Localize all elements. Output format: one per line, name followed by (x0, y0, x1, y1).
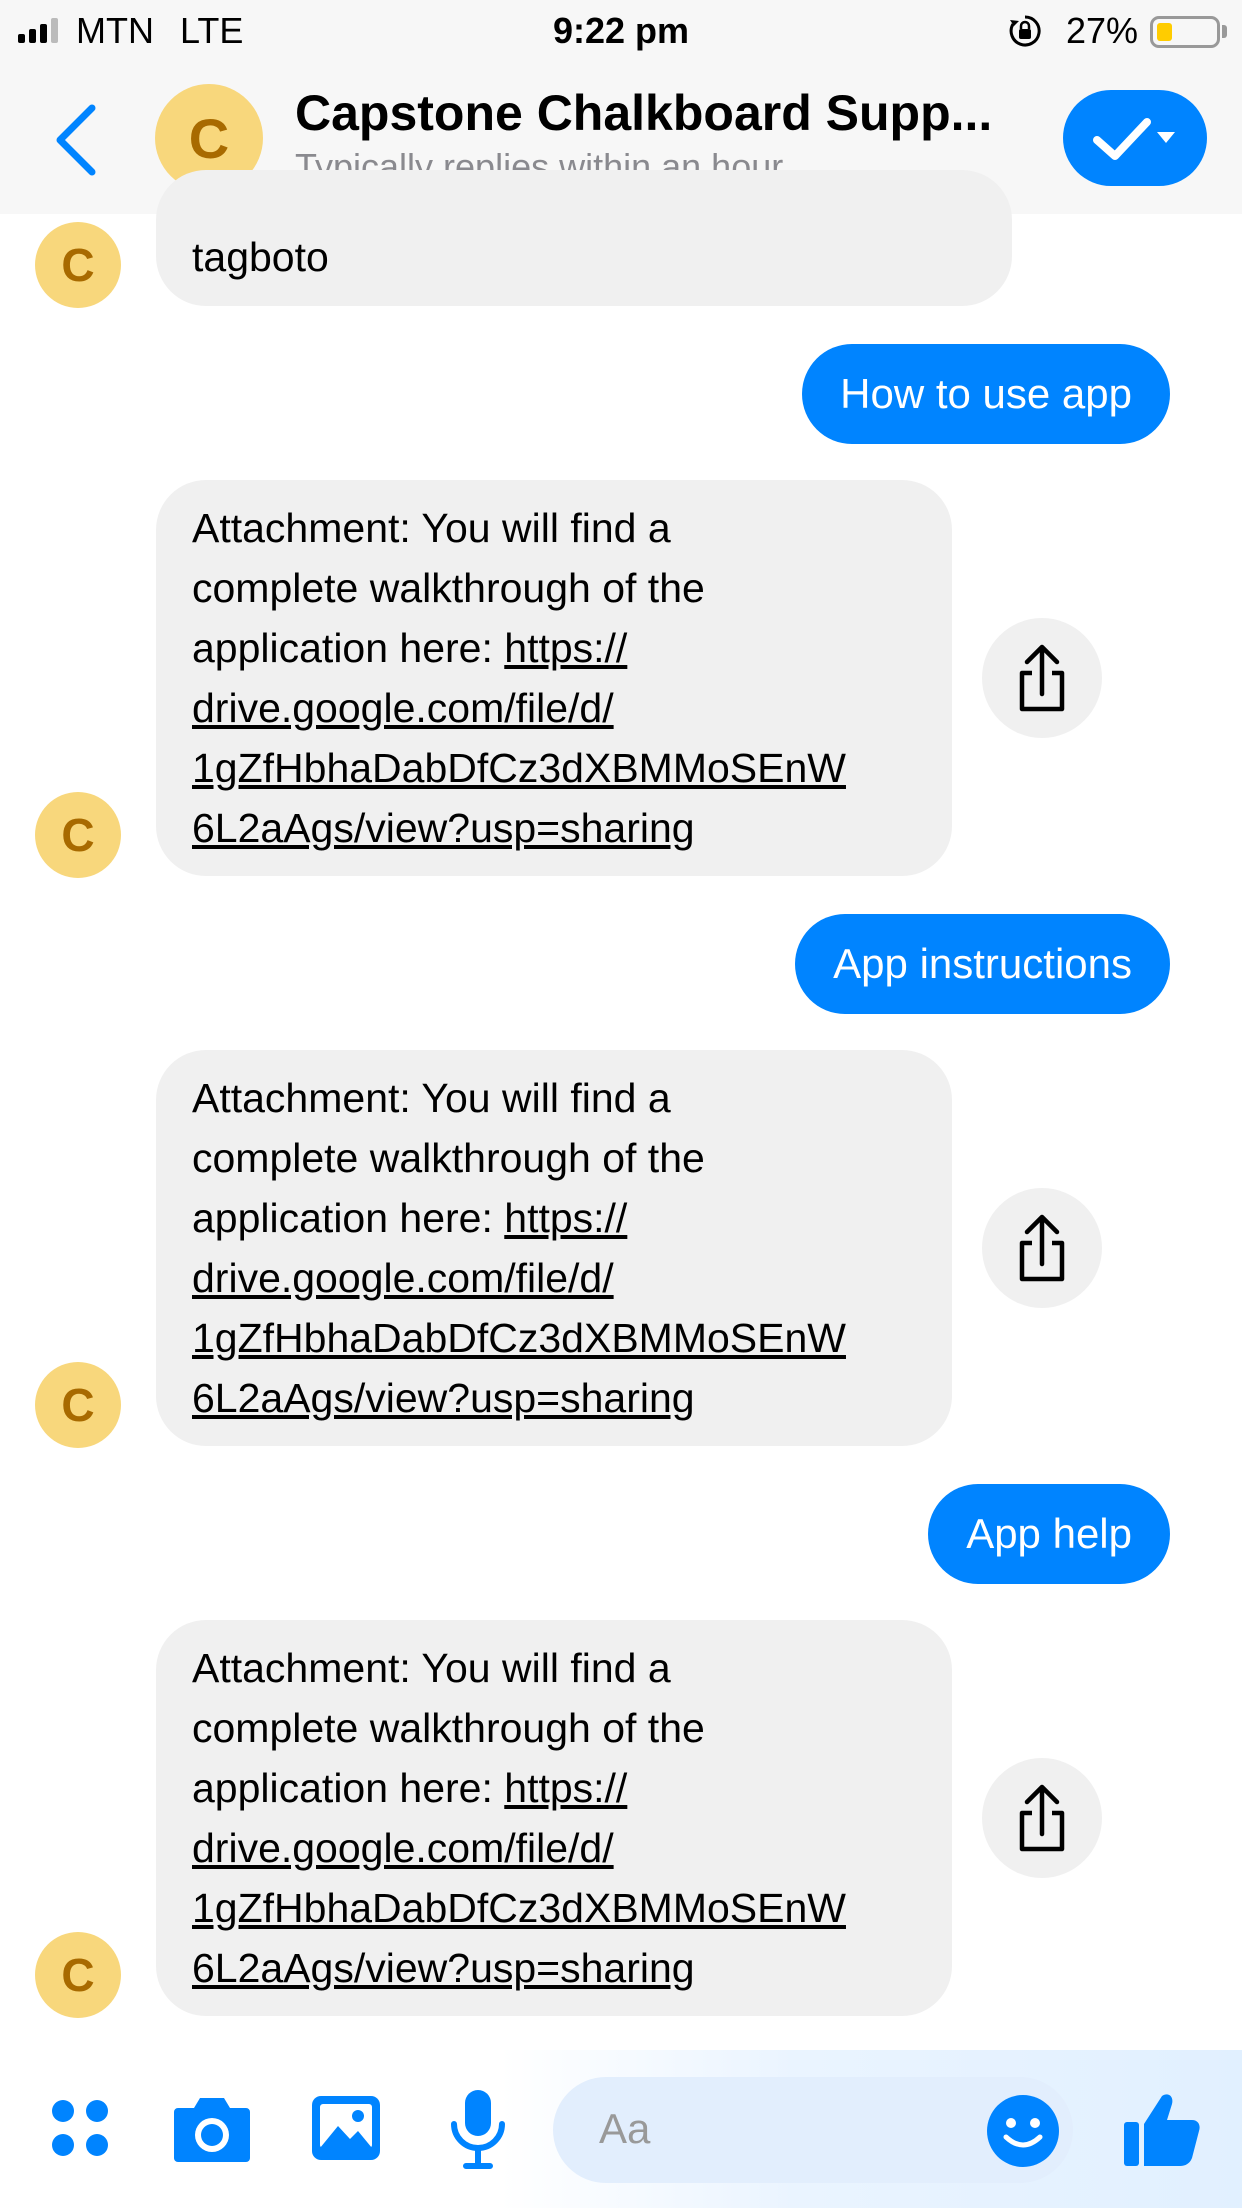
attachment-link[interactable]: 6L2aAgs/view?usp=sharing (192, 798, 916, 858)
incoming-message[interactable]: tagboto (156, 170, 1012, 306)
thumbs-up-icon[interactable] (1122, 2090, 1202, 2168)
outgoing-message[interactable]: App instructions (795, 914, 1170, 1014)
checkmark-dropdown-button[interactable] (1063, 90, 1207, 186)
apps-grid-icon[interactable] (48, 2096, 112, 2160)
share-icon (1019, 1784, 1065, 1852)
incoming-attachment-message[interactable]: Attachment: You will find a complete wal… (156, 1620, 952, 2016)
attachment-link[interactable]: drive.google.com/file/d/ (192, 1818, 916, 1878)
message-line: complete walkthrough of the (192, 1135, 705, 1181)
share-icon (1019, 644, 1065, 712)
composer-bar: Aa (0, 2050, 1242, 2208)
attachment-link[interactable]: 1gZfHbhaDabDfCz3dXBMMoSEnW (192, 1308, 916, 1368)
message-input[interactable]: Aa (553, 2077, 1073, 2183)
rotation-lock-icon (1009, 15, 1041, 47)
message-line: application here: https:// (192, 1188, 916, 1248)
checkmark-dropdown-icon (1093, 118, 1175, 160)
conversation-title[interactable]: Capstone Chalkboard Supp... (295, 84, 1015, 142)
microphone-icon[interactable] (448, 2088, 508, 2170)
share-icon (1019, 1214, 1065, 1282)
back-chevron-icon[interactable] (52, 102, 100, 178)
clock: 9:22 pm (552, 10, 690, 51)
message-line: Attachment: You will find a (192, 505, 671, 551)
photo-icon[interactable] (310, 2092, 382, 2164)
share-button[interactable] (982, 1758, 1102, 1878)
attachment-link[interactable]: 6L2aAgs/view?usp=sharing (192, 1368, 916, 1428)
share-button[interactable] (982, 618, 1102, 738)
outgoing-message[interactable]: How to use app (802, 344, 1170, 444)
sender-avatar: C (35, 222, 121, 308)
incoming-attachment-message[interactable]: Attachment: You will find a complete wal… (156, 1050, 952, 1446)
message-line: application here: https:// (192, 1758, 916, 1818)
share-button[interactable] (982, 1188, 1102, 1308)
message-text: tagboto (192, 234, 329, 280)
outgoing-message[interactable]: App help (928, 1484, 1170, 1584)
battery-percent: 27% (1066, 10, 1139, 51)
battery-nub (1222, 25, 1227, 38)
attachment-link[interactable]: drive.google.com/file/d/ (192, 1248, 916, 1308)
attachment-link[interactable]: https:// (504, 1765, 627, 1811)
battery-icon (1150, 16, 1220, 48)
message-line: complete walkthrough of the (192, 565, 705, 611)
message-text: application here: (192, 1195, 505, 1241)
message-text: application here: (192, 625, 505, 671)
attachment-link[interactable]: 6L2aAgs/view?usp=sharing (192, 1938, 916, 1998)
sender-avatar: C (35, 1362, 121, 1448)
message-line: Attachment: You will find a (192, 1645, 671, 1691)
attachment-link[interactable]: drive.google.com/file/d/ (192, 678, 916, 738)
battery-level-fill (1157, 23, 1172, 41)
incoming-attachment-message[interactable]: Attachment: You will find a complete wal… (156, 480, 952, 876)
message-line: complete walkthrough of the (192, 1705, 705, 1751)
message-line: application here: https:// (192, 618, 916, 678)
attachment-link[interactable]: https:// (504, 625, 627, 671)
emoji-icon[interactable] (985, 2093, 1061, 2169)
attachment-link[interactable]: 1gZfHbhaDabDfCz3dXBMMoSEnW (192, 1878, 916, 1938)
status-bar: MTN LTE 9:22 pm 27% (0, 0, 1242, 62)
camera-icon[interactable] (172, 2092, 252, 2164)
attachment-link[interactable]: 1gZfHbhaDabDfCz3dXBMMoSEnW (192, 738, 916, 798)
message-text: application here: (192, 1765, 505, 1811)
message-input-placeholder: Aa (599, 2105, 651, 2152)
sender-avatar: C (35, 1932, 121, 2018)
message-line: Attachment: You will find a (192, 1075, 671, 1121)
attachment-link[interactable]: https:// (504, 1195, 627, 1241)
sender-avatar: C (35, 792, 121, 878)
